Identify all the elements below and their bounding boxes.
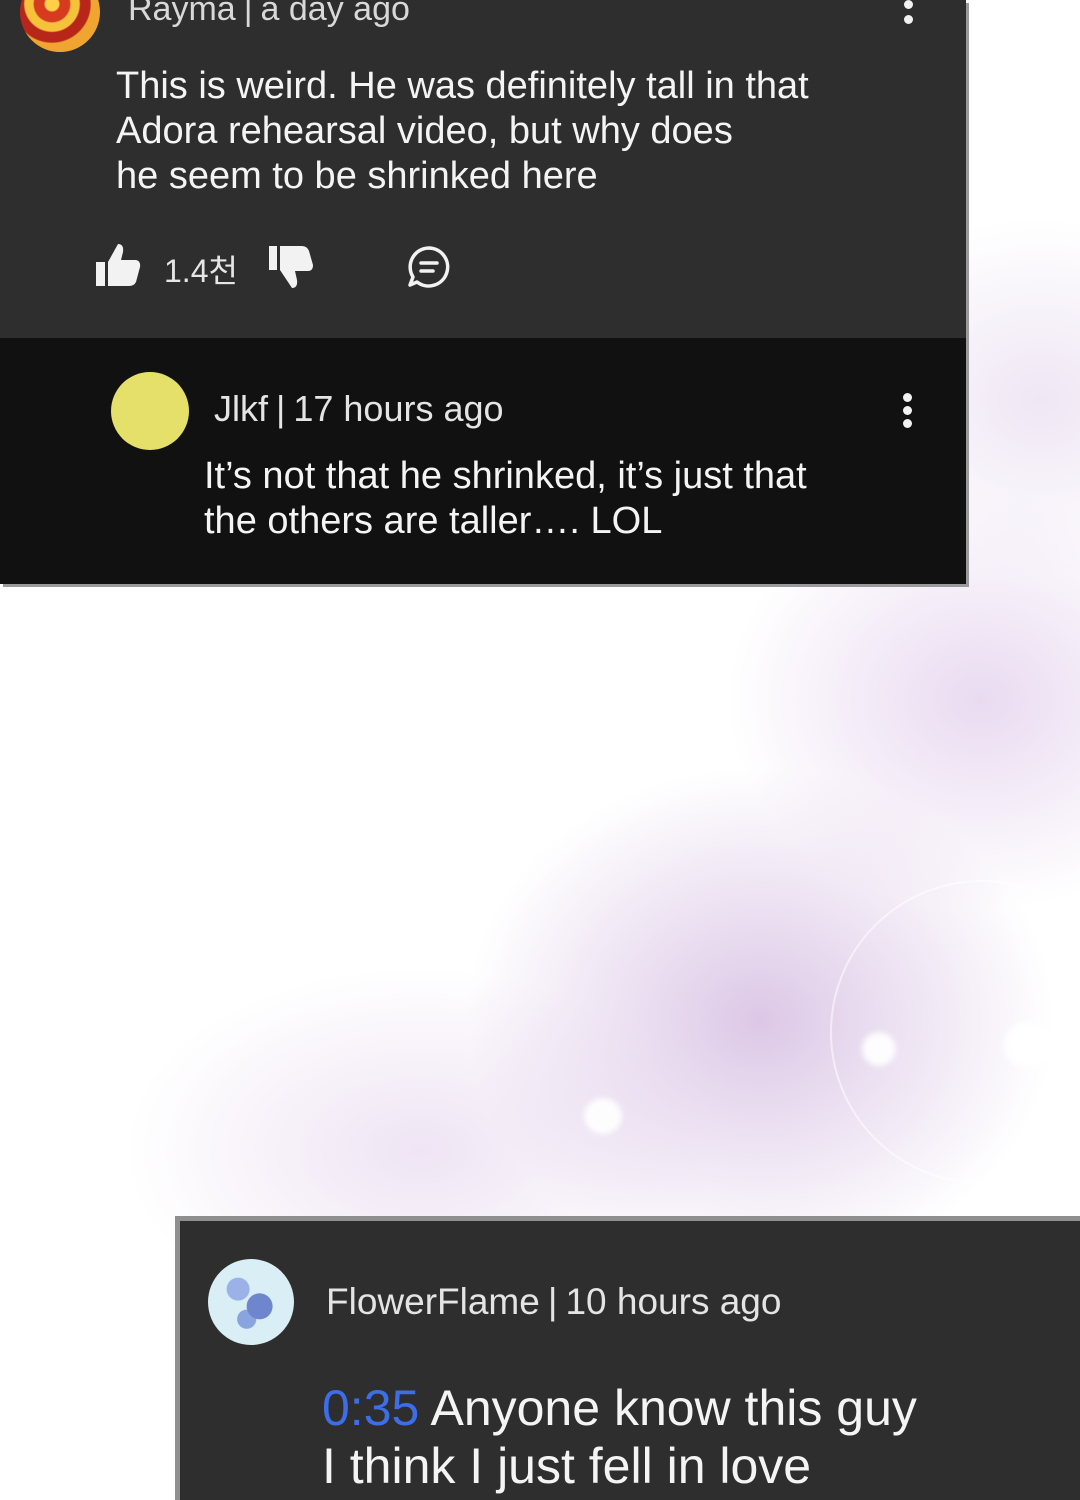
comment-line: This is weird. He was definitely tall in… (116, 65, 809, 107)
reply-meta: Jlkf | 17 hours ago (214, 388, 504, 430)
comment-card-flowerflame: FlowerFlame | 10 hours ago 0:35 Anyone kno… (175, 1216, 1080, 1500)
like-icon[interactable] (94, 242, 142, 288)
comment-text: Anyone know this guy (430, 1380, 917, 1436)
comment-time: 17 hours ago (293, 388, 504, 429)
comment-body: 0:35 Anyone know this guy I think I just… (322, 1379, 917, 1495)
comment-body: This is weird. He was definitely tall in… (116, 64, 809, 199)
author-name[interactable]: FlowerFlame (326, 1281, 540, 1322)
avatar[interactable] (20, 0, 100, 52)
meta-separator: | (276, 388, 286, 429)
comment-card-rayma: Rayma | a day ago This is weird. He was de… (0, 0, 966, 584)
comment-line: 0:35 Anyone know this guy (322, 1379, 917, 1437)
meta-separator: | (547, 1281, 558, 1322)
comment-meta: FlowerFlame | 10 hours ago (326, 1281, 781, 1323)
like-count: 1.4천 (164, 253, 238, 289)
comment-rayma: Rayma | a day ago This is weird. He was de… (0, 0, 966, 338)
comment-line: the others are taller…. LOL (204, 500, 663, 542)
comment-meta: Rayma | a day ago (128, 0, 410, 29)
author-name[interactable]: Jlkf (214, 388, 268, 429)
video-timestamp-link[interactable]: 0:35 (322, 1380, 419, 1436)
reply-icon[interactable] (406, 244, 452, 290)
avatar[interactable] (208, 1259, 294, 1345)
comment-line: I think I just fell in love (322, 1438, 812, 1494)
comment-line: he seem to be shrinked here (116, 155, 598, 197)
author-name[interactable]: Rayma (128, 0, 236, 28)
comment-time: a day ago (260, 0, 410, 28)
comment-line: Adora rehearsal video, but why does (116, 110, 733, 152)
more-options-icon[interactable] (901, 393, 913, 433)
reply-body: It’s not that he shrinked, it’s just tha… (204, 454, 807, 544)
background-sparkle (1004, 1022, 1052, 1068)
comment-time: 10 hours ago (565, 1281, 782, 1322)
background-sparkle (584, 1098, 622, 1134)
dislike-icon[interactable] (268, 244, 314, 290)
more-options-icon[interactable] (902, 0, 914, 38)
avatar[interactable] (111, 372, 189, 450)
background-sparkle (862, 1032, 896, 1066)
meta-separator: | (243, 0, 253, 28)
comment-line: It’s not that he shrinked, it’s just tha… (204, 455, 807, 497)
